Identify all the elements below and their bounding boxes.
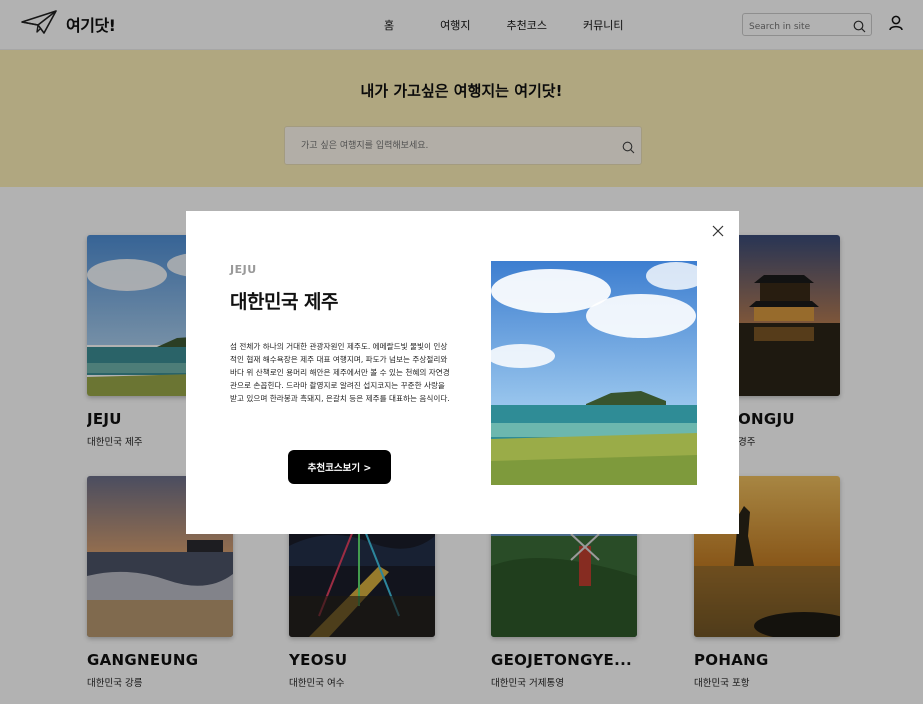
- modal-region-tag: JEJU: [230, 263, 257, 276]
- destination-detail-modal: JEJU 대한민국 제주 섬 전체가 하나의 거대한 관광자원인 제주도. 에메…: [186, 211, 739, 534]
- modal-photo: [491, 261, 697, 485]
- modal-title: 대한민국 제주: [230, 291, 339, 313]
- modal-description: 섬 전체가 하나의 거대한 관광자원인 제주도. 에메랄드빛 물빛이 인상적인 …: [230, 342, 450, 403]
- close-icon[interactable]: [710, 223, 726, 239]
- view-course-button[interactable]: 추천코스보기 >: [288, 450, 391, 484]
